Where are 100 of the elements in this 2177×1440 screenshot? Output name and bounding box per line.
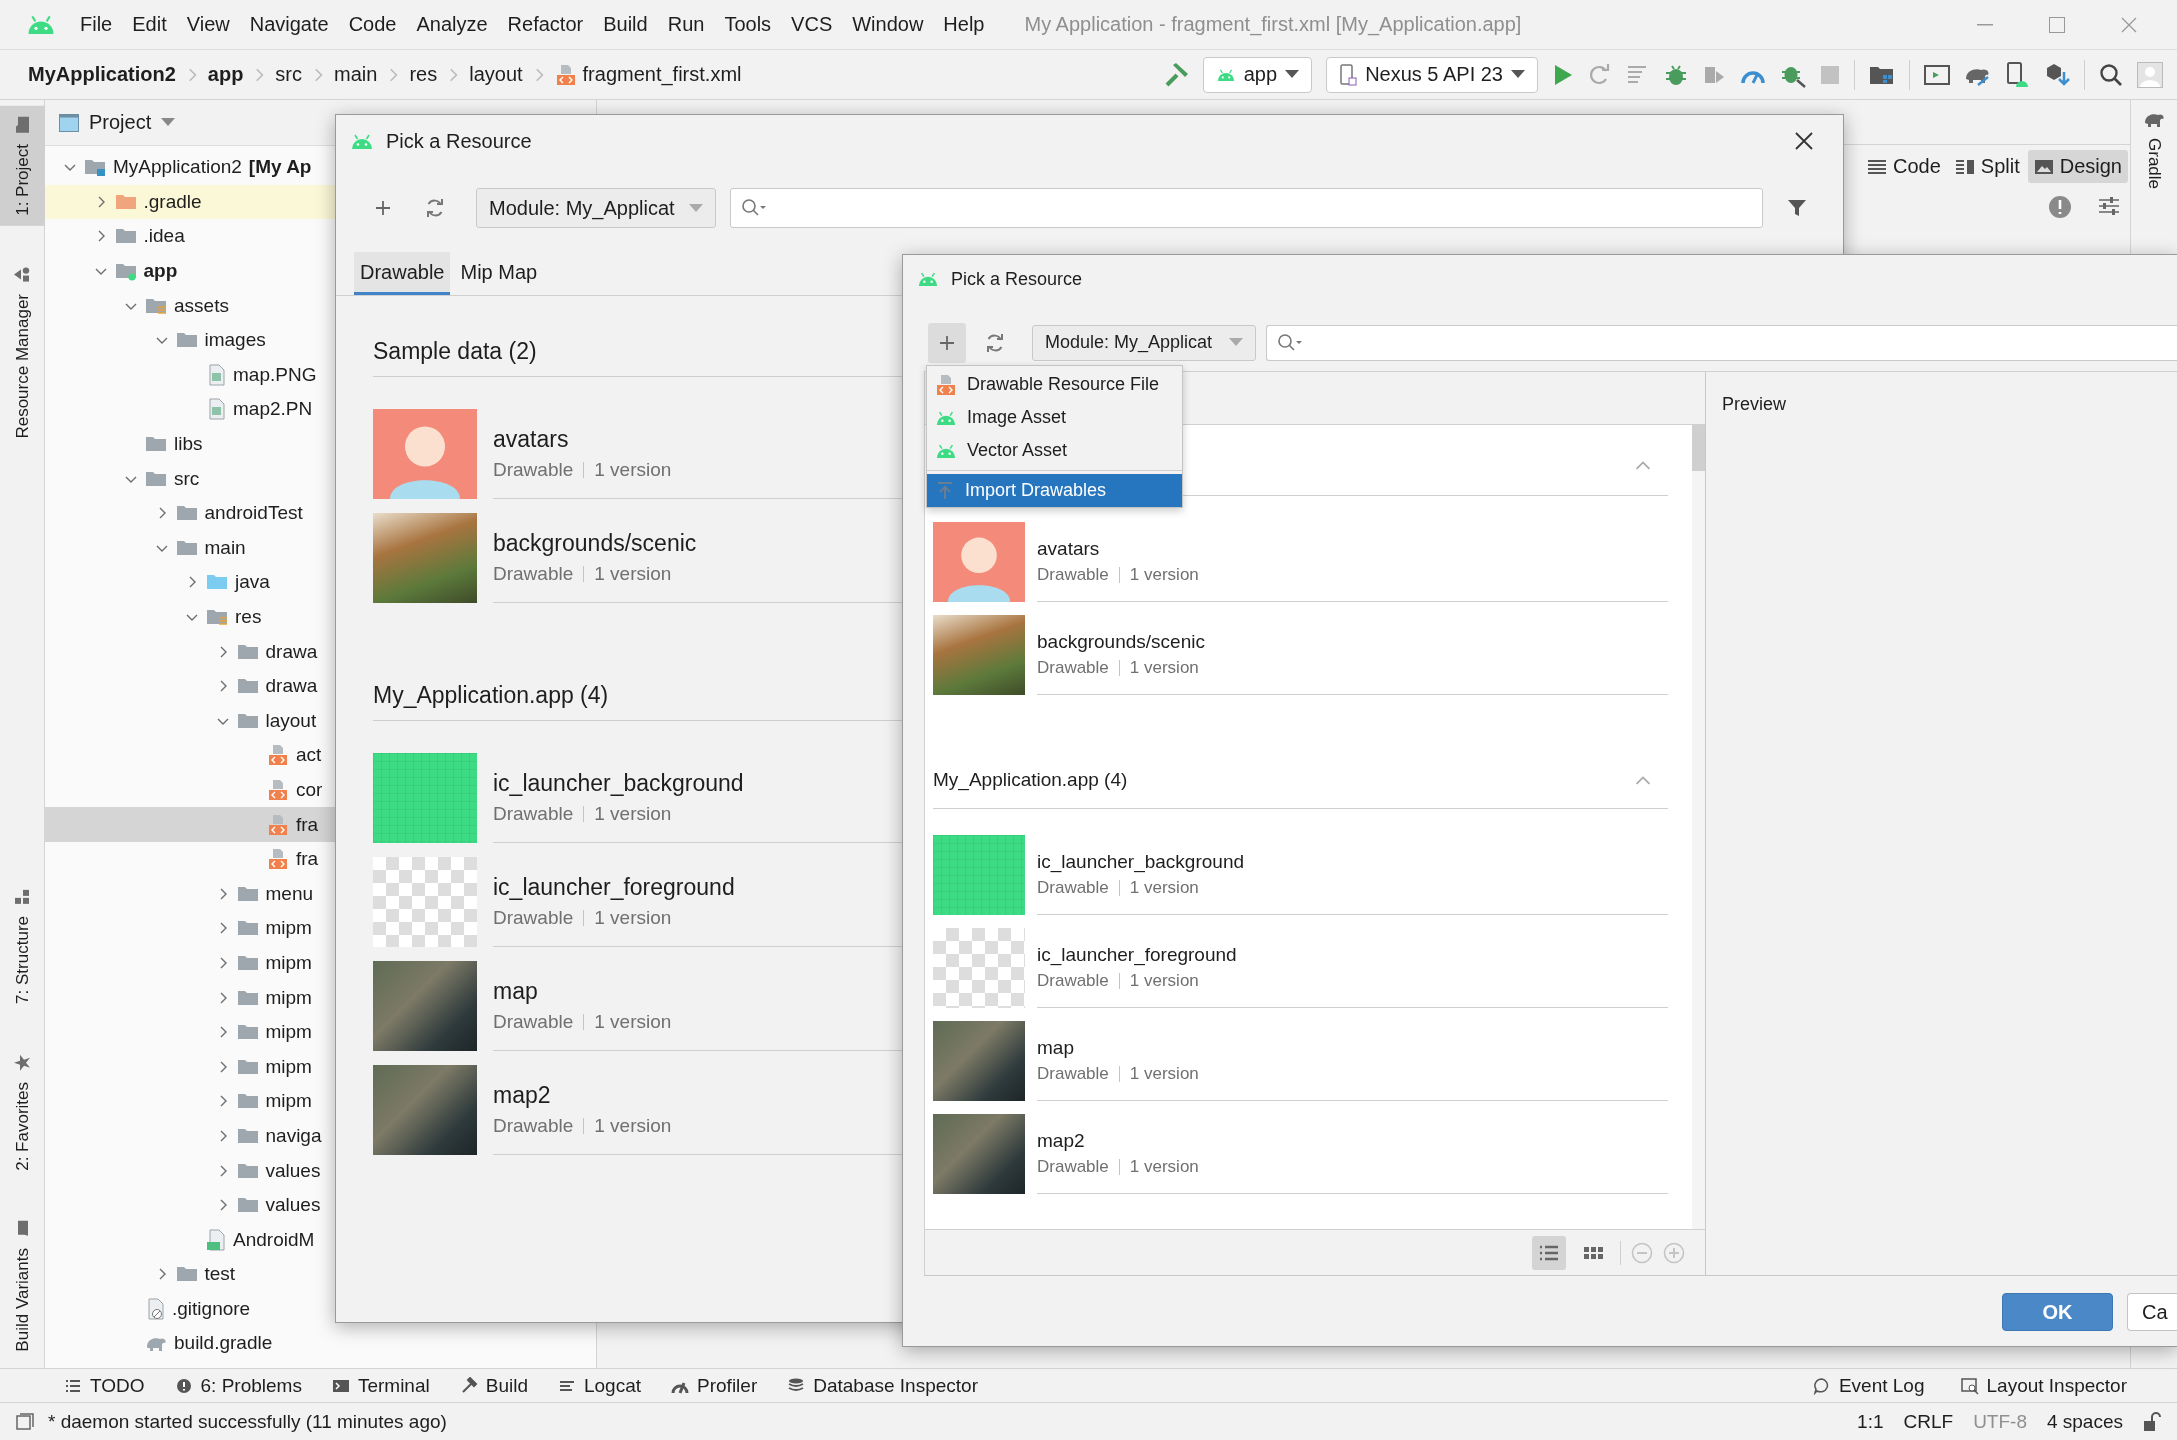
status-message: * daemon started successfully (11 minutes ago) [48,1410,447,1433]
tool-window-button[interactable]: 6: Problems [174,1374,302,1397]
menubar-entry[interactable]: Window [842,9,934,40]
tool-window-tab[interactable]: 7: Structure [0,877,45,1014]
shapes-icon [13,265,32,284]
tree-item[interactable]: values [45,1153,596,1188]
minimize-icon[interactable] [1977,23,1993,26]
version-count: 1 version [1129,878,1199,898]
device-android-icon[interactable] [2006,61,2030,88]
android-icon [1215,68,1236,81]
tree-item[interactable]: act [45,738,596,773]
lock-icon[interactable] [2143,1411,2161,1432]
tree-item[interactable]: .gitignore [45,1291,596,1327]
menubar-entry[interactable]: Code [338,9,407,40]
view-toggle-button[interactable] [1532,1235,1566,1270]
breadcrumb[interactable]: res [409,63,438,86]
tree-item[interactable]: MyApplication2 [My Ap [45,150,596,185]
add-button[interactable] [928,322,966,363]
tool-window-tab[interactable]: 1: Project [0,106,45,226]
play-icon[interactable] [1552,62,1574,87]
run-config-dropdown[interactable]: app [1202,56,1313,93]
menubar-entry[interactable]: Run [657,9,715,40]
breadcrumb[interactable]: fragment_first.xml [554,63,742,86]
tree-item[interactable]: build.gradle [45,1326,596,1361]
window-title: My Application - fragment_first.xml [My_Application.app] [1024,13,1522,36]
menubar-entry[interactable]: Help [933,9,995,40]
tool-window-button[interactable]: Database Inspector [787,1374,978,1397]
tree-item[interactable]: AndroidM [45,1222,596,1257]
menubar-entry[interactable]: View [176,9,240,40]
tab[interactable]: Drawable [354,252,451,295]
tool-window-tab[interactable]: Build Variants [0,1210,45,1362]
tree-item[interactable]: fra [45,841,596,877]
tool-window-button[interactable]: Build [459,1374,528,1397]
popup-option[interactable]: Drawable Resource File [927,368,1182,401]
view-mode-tab[interactable]: Design [2027,150,2128,183]
caret-icon [1285,70,1300,79]
breadcrumb[interactable]: main [334,63,378,86]
panel-title[interactable]: Project [89,111,152,134]
menubar-entry[interactable]: Edit [122,9,177,40]
sliders-icon[interactable] [2098,195,2120,217]
screen-icon[interactable] [1924,63,1950,86]
layout-file-icon [267,744,289,767]
tool-window-button[interactable]: Logcat [558,1374,642,1397]
image-file-icon [206,363,226,386]
breadcrumb[interactable]: MyApplication2 [28,63,176,86]
scrollbar-thumb[interactable] [1692,425,1705,471]
tree-item[interactable]: values [45,1187,596,1223]
search-field[interactable] [729,188,1763,228]
status-item[interactable]: CRLF [1903,1410,1954,1433]
module-dropdown[interactable]: Module: My_Applicat [476,188,716,228]
module-dropdown[interactable]: Module: My_Applicat [1032,324,1256,361]
menubar-entry[interactable]: Navigate [239,9,339,40]
popup-option[interactable]: Image Asset [927,401,1182,434]
view-mode-tab[interactable]: Split [1948,150,2026,183]
tool-window-tab[interactable]: Gradle [2143,110,2165,190]
popup-option[interactable]: Import Drawables [927,474,1182,507]
square-icon[interactable] [16,1412,34,1431]
view-mode-tab[interactable]: Code [1861,150,1947,183]
status-item[interactable]: 4 spaces [2046,1410,2123,1433]
menubar-entry[interactable]: VCS [781,9,843,40]
device-dropdown[interactable]: Nexus 5 API 23 [1326,56,1538,93]
tree-item[interactable]: test [45,1257,596,1292]
breadcrumb[interactable]: layout [469,63,523,86]
dialog-button[interactable]: OK [2002,1293,2113,1331]
tree-item[interactable]: mipm [45,945,596,981]
tool-window-button[interactable]: TODO [64,1374,145,1397]
tool-window-button[interactable]: Layout Inspector [1960,1374,2127,1397]
dialog-title: Pick a Resource [386,129,532,153]
menubar-entry[interactable]: Tools [714,9,782,40]
tree-item[interactable]: androidTest [45,495,596,531]
popup-option[interactable]: Vector Asset [927,434,1182,467]
warning-icon[interactable] [2048,195,2072,219]
maximize-icon[interactable] [2049,16,2065,33]
tree-item[interactable]: res [45,599,596,635]
search-icon[interactable] [2099,62,2123,87]
menubar-entry[interactable]: File [70,9,123,40]
tool-window-button[interactable]: Profiler [671,1374,758,1397]
breadcrumb[interactable]: app [207,63,244,86]
search-field[interactable] [1266,324,2177,361]
menubar-entry[interactable]: Analyze [406,9,498,40]
cube-arrow-icon[interactable] [2044,61,2070,88]
menubar-entry[interactable]: Build [593,9,658,40]
menubar-entry[interactable]: Refactor [497,9,594,40]
version-count: 1 version [594,563,672,585]
close-icon[interactable] [1795,132,1813,150]
tree-item[interactable]: map2.PN [45,392,596,427]
tool-window-tab[interactable]: Resource Manager [0,255,45,449]
tree-item[interactable]: mipm [45,1049,596,1085]
resource-type: Drawable [1037,878,1109,898]
refresh-icon [425,198,445,218]
tool-window-button[interactable]: Terminal [331,1374,430,1397]
tool-window-tab[interactable]: 2: Favorites [0,1043,45,1181]
restart-icon[interactable] [1588,62,1612,87]
tool-window-button[interactable]: Event Log [1812,1374,1925,1397]
tree-item[interactable]: drawa [45,634,596,669]
filter-icon[interactable] [1787,198,1807,218]
breadcrumb[interactable]: src [275,63,303,86]
dialog-button[interactable]: Ca [2127,1293,2177,1331]
status-item[interactable]: 1:1 [1857,1410,1884,1433]
resource-name: avatars [1037,538,1100,560]
